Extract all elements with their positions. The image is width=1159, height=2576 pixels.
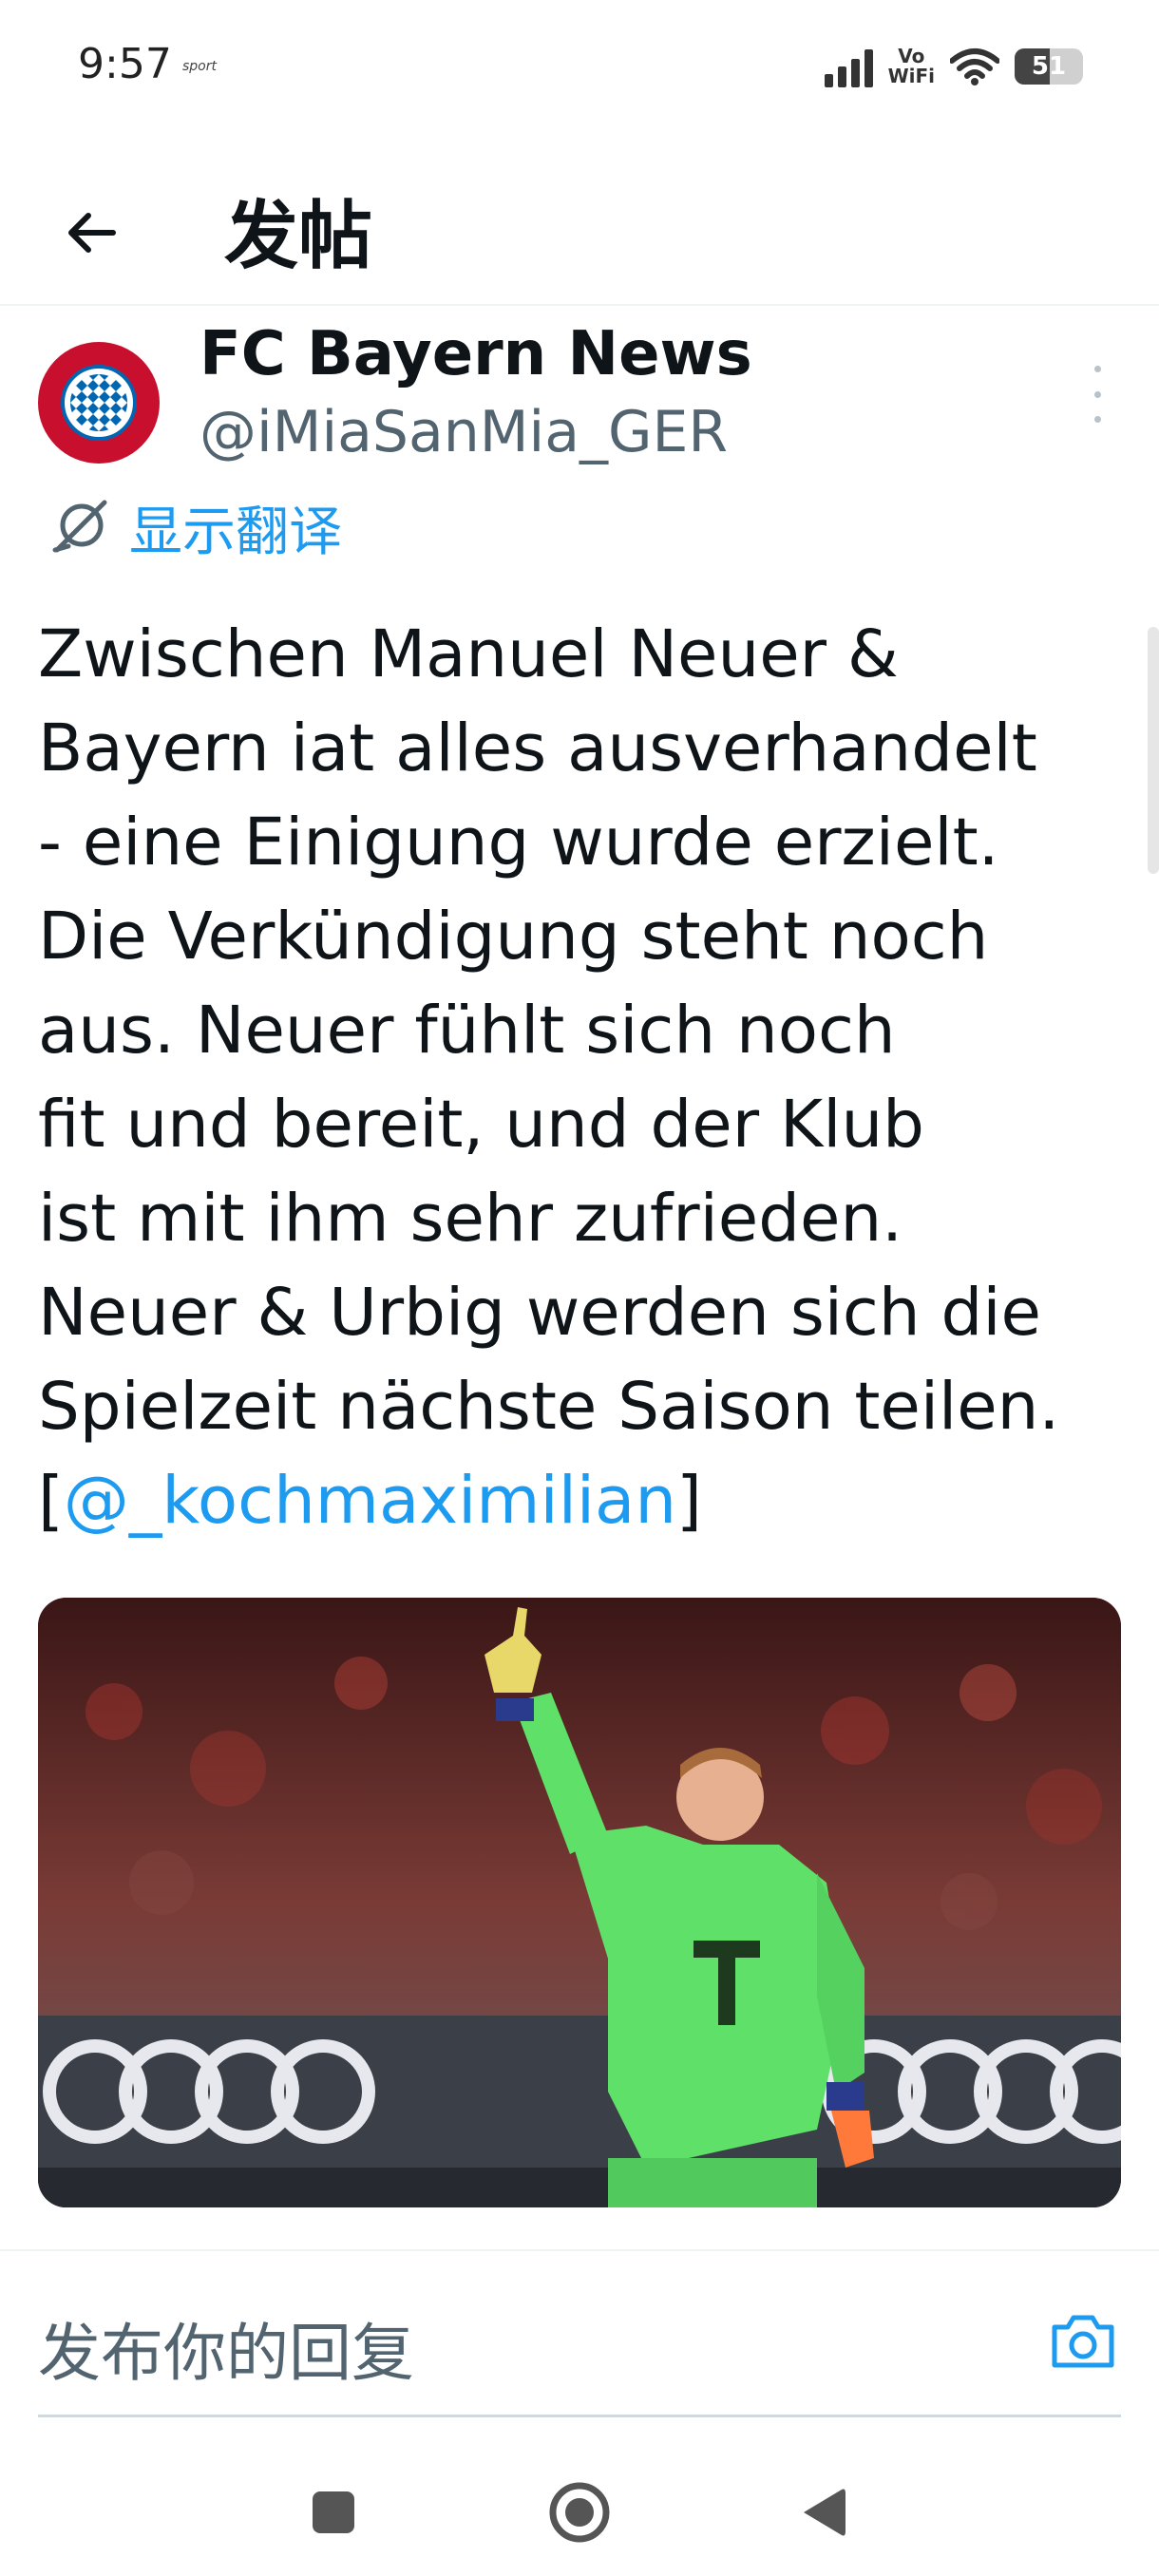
tweet-line: Neuer & Urbig werden sich die	[38, 1275, 1041, 1351]
camera-button[interactable]	[1049, 2310, 1117, 2371]
tweet-line: Zwischen Manuel Neuer &	[38, 616, 899, 692]
status-bar: 9:57 sport Vo WiFi 51	[0, 0, 1159, 133]
square-icon	[313, 2491, 354, 2533]
photo-goalkeeper-icon	[38, 1598, 1121, 2207]
tweet-mention-line: [@_kochmaximilian]	[38, 1454, 1130, 1548]
tweet-line: Spielzeit nächste Saison teilen.	[38, 1369, 1060, 1445]
tweet-line: Die Verkündigung steht noch	[38, 899, 989, 975]
arrow-left-icon	[68, 213, 116, 253]
vowifi-top: Vo	[898, 45, 925, 67]
author-handle[interactable]: @iMiaSanMia_GER	[200, 399, 728, 465]
home-button[interactable]	[537, 2470, 622, 2555]
tweet-detail-screen: 9:57 sport Vo WiFi 51 发帖 FC Bayern News …	[0, 0, 1159, 2576]
tweet-line: ist mit ihm sehr zufrieden.	[38, 1181, 903, 1257]
more-dot	[1093, 390, 1101, 398]
tweet-line: fit und bereit, und der Klub	[38, 1087, 924, 1163]
vowifi-bottom: WiFi	[887, 65, 935, 87]
show-translation-button[interactable]: 显示翻译	[49, 494, 342, 563]
tweet-line: aus. Neuer fühlt sich noch	[38, 993, 896, 1069]
scrollbar[interactable]	[1148, 627, 1159, 874]
circle-home-icon	[549, 2482, 610, 2543]
author-name[interactable]: FC Bayern News	[200, 319, 752, 389]
translate-globe-icon	[52, 500, 107, 553]
status-app-badge: sport	[182, 59, 217, 74]
recents-button[interactable]	[291, 2470, 376, 2555]
wifi-icon	[950, 48, 999, 85]
more-options-button[interactable]	[1083, 366, 1112, 423]
bracket-open: [	[38, 1463, 64, 1539]
reply-input[interactable]: 发布你的回复	[38, 2302, 414, 2394]
status-indicators: Vo WiFi 51	[824, 38, 1083, 95]
tweet-text: Zwischen Manuel Neuer & Bayern iat alles…	[38, 608, 1130, 1548]
battery-icon: 51	[1015, 48, 1083, 85]
more-dot	[1093, 366, 1101, 372]
system-navigation-bar	[0, 2432, 1159, 2576]
bracket-close: ]	[676, 1463, 702, 1539]
top-app-bar: 发帖	[0, 161, 1159, 306]
fc-bayern-logo-icon	[61, 365, 137, 441]
nav-back-button[interactable]	[779, 2470, 864, 2555]
page-title: 发帖	[224, 194, 373, 279]
vowifi-label: Vo WiFi	[888, 47, 935, 86]
camera-icon	[1052, 2315, 1114, 2368]
reply-bar: 发布你的回复	[0, 2249, 1159, 2422]
more-dot	[1093, 416, 1101, 423]
tweet-media-image[interactable]	[38, 1598, 1121, 2207]
tweet-line: - eine Einigung wurde erzielt.	[38, 805, 999, 881]
signal-strength-icon	[824, 46, 873, 87]
mention-link[interactable]: @_kochmaximilian	[64, 1463, 676, 1539]
show-translation-label: 显示翻译	[129, 501, 342, 563]
tweet-line: Bayern iat alles ausverhandelt	[38, 710, 1037, 786]
back-button[interactable]	[48, 190, 133, 275]
author-avatar[interactable]	[38, 342, 160, 464]
battery-text: 51	[1031, 52, 1067, 81]
triangle-back-icon	[804, 2489, 846, 2536]
reply-divider	[38, 2415, 1121, 2417]
status-time: 9:57	[78, 40, 172, 88]
